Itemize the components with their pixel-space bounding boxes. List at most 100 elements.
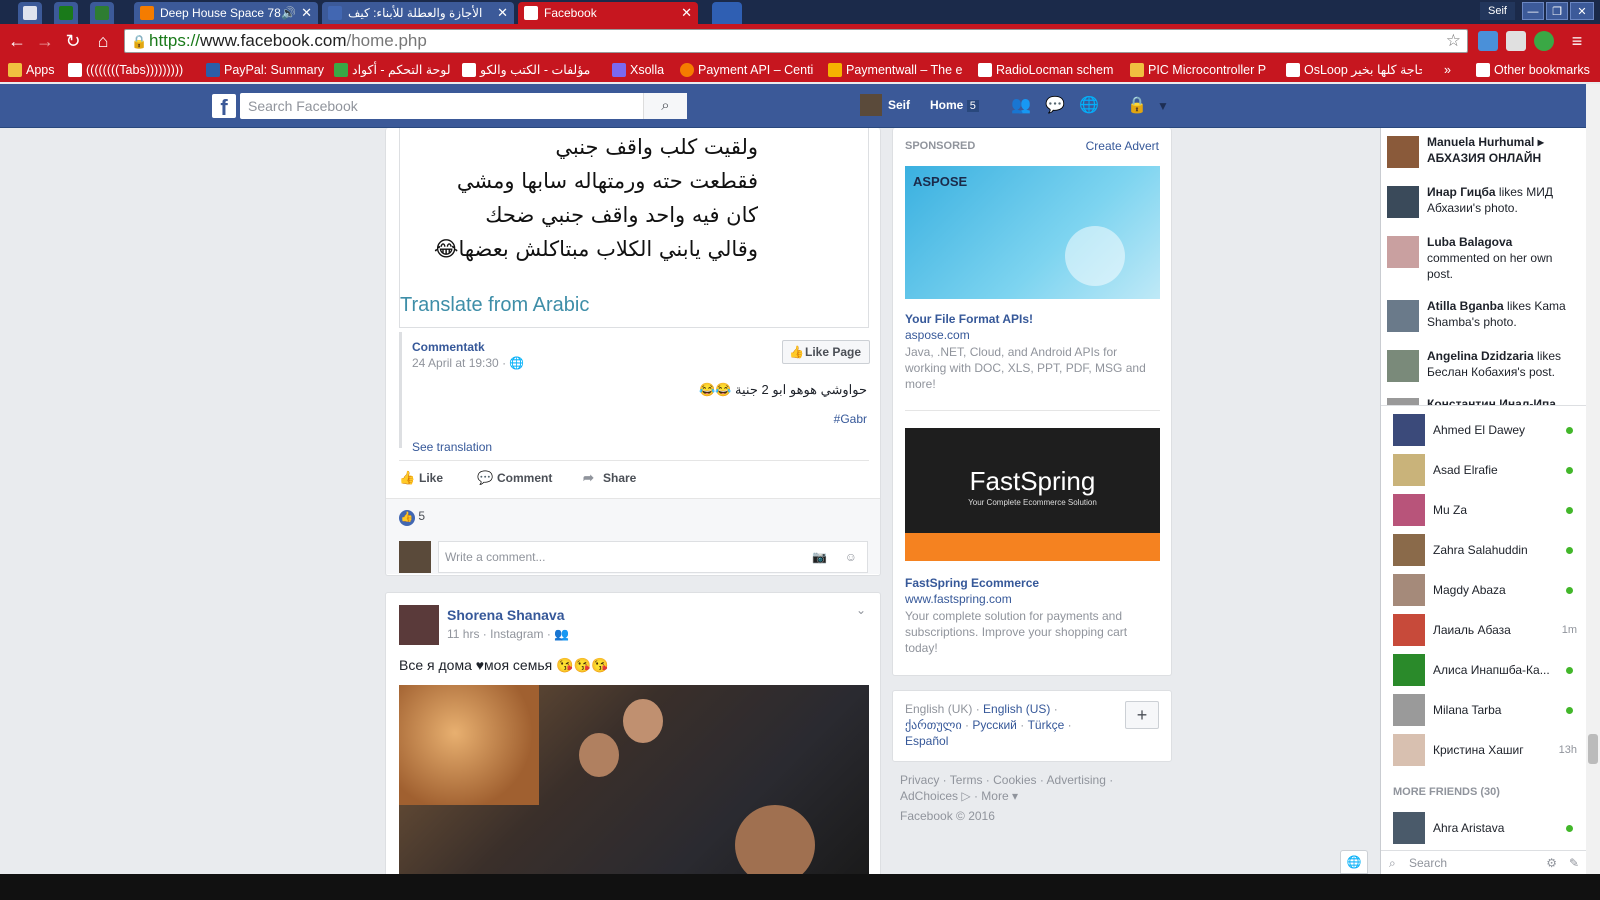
post-options-chevron-icon[interactable]: ⌄ <box>856 603 866 617</box>
aspose-ad-image[interactable]: ASPOSE <box>905 166 1160 299</box>
messages-icon[interactable]: 💬 <box>1044 96 1066 116</box>
home-link[interactable]: Home 5 <box>930 98 979 112</box>
pinned-tab-2[interactable] <box>54 2 78 24</box>
compose-icon[interactable]: ✎ <box>1569 851 1579 875</box>
bookmark-folder-tabs[interactable]: ((((((((Tabs))))))))) <box>68 58 183 82</box>
comment-button[interactable]: 💬 Comment <box>477 468 552 488</box>
footer-link[interactable]: AdChoices <box>900 789 958 803</box>
language-link[interactable]: Türkçe <box>1028 718 1065 732</box>
pinned-tab-3[interactable] <box>90 2 114 24</box>
chat-friend[interactable]: Лаиаль Абаза 1m <box>1381 610 1587 650</box>
bookmark-paypal[interactable]: PayPal: Summary <box>206 58 324 82</box>
bookmark-star-icon[interactable]: ☆ <box>1446 30 1461 52</box>
bookmark-other[interactable]: Other bookmarks <box>1476 58 1590 82</box>
page-scrollbar[interactable] <box>1586 84 1600 874</box>
language-link[interactable]: English (US) <box>983 702 1050 716</box>
page-name-link[interactable]: Commentatk <box>412 340 485 354</box>
footer-link[interactable]: More <box>981 789 1008 803</box>
account-menu-chevron-icon[interactable]: ▼ <box>1152 96 1174 116</box>
author-link[interactable]: Shorena Shanava <box>447 607 565 623</box>
tab-arabic-article[interactable]: الأجازة والعطلة للأبناء: كيف ✕ <box>322 2 514 24</box>
chat-friend[interactable]: Mu Za <box>1381 490 1587 530</box>
footer-link[interactable]: Cookies <box>993 773 1036 787</box>
ad-title-link[interactable]: Your File Format APIs! <box>905 312 1160 326</box>
close-icon[interactable]: ✕ <box>497 2 508 24</box>
hashtag-link[interactable]: #Gabr <box>834 412 867 426</box>
friend-name: Лаиаль Абаза <box>1433 623 1511 637</box>
language-link[interactable]: Español <box>905 734 948 748</box>
bookmark-pic[interactable]: PIC Microcontroller P <box>1130 58 1280 82</box>
avatar[interactable] <box>399 605 439 645</box>
extension-icon[interactable] <box>1506 31 1526 51</box>
chat-friend[interactable]: Magdy Abaza <box>1381 570 1587 610</box>
fastspring-ad-image[interactable]: FastSpring Your Complete Ecommerce Solut… <box>905 428 1160 561</box>
maximize-button[interactable]: ❐ <box>1546 2 1568 20</box>
language-link[interactable]: ქართული <box>905 718 962 732</box>
address-bar[interactable]: 🔒 https://www.facebook.com/home.php ☆ <box>124 29 1468 53</box>
footer-link[interactable]: Privacy <box>900 773 939 787</box>
home-icon[interactable]: ⌂ <box>92 30 114 52</box>
language-link[interactable]: Русский <box>972 718 1017 732</box>
like-page-button[interactable]: 👍 Like Page <box>782 340 871 364</box>
bookmarks-overflow-button[interactable]: » <box>1444 58 1451 82</box>
pinned-tab-1[interactable] <box>18 2 42 24</box>
bookmark-osloop[interactable]: OsLoop حاجة كلها بخير <box>1286 58 1422 82</box>
close-icon[interactable]: ✕ <box>681 2 692 24</box>
globe-icon[interactable]: 🌐 <box>1340 850 1368 874</box>
reload-icon[interactable]: ↻ <box>62 30 84 52</box>
bookmark-arabic-2[interactable]: مؤلفات - الكتب والكو <box>462 58 602 82</box>
comment-input[interactable]: Write a comment... 📷 ☺ <box>438 541 868 573</box>
bookmark-paymentwall[interactable]: Paymentwall – The e <box>828 58 962 82</box>
ad-title-link[interactable]: FastSpring Ecommerce <box>905 576 1039 590</box>
privacy-shortcuts-icon[interactable]: 🔒 <box>1126 96 1148 116</box>
chat-friend[interactable]: Ahra Aristava <box>1381 808 1587 848</box>
post-photo[interactable] <box>399 685 869 885</box>
camera-icon[interactable]: 📷 <box>812 542 827 572</box>
tab-deep-house[interactable]: Deep House Space 78 🔊 ✕ <box>134 2 318 24</box>
menu-icon[interactable]: ≡ <box>1566 30 1588 52</box>
gear-icon[interactable]: ⚙ <box>1546 851 1557 875</box>
chat-friend[interactable]: Asad Elrafie <box>1381 450 1587 490</box>
add-language-button[interactable]: + <box>1125 701 1159 729</box>
profile-name[interactable]: Seif <box>1480 2 1515 20</box>
search-icon[interactable]: ⌕ <box>643 93 687 119</box>
chat-search-input[interactable]: ⌕ Search ⚙ ✎ <box>1381 850 1587 874</box>
reaction-summary[interactable]: 👍 5 <box>399 509 425 526</box>
scrollbar-thumb[interactable] <box>1588 734 1598 764</box>
chat-friend[interactable]: Zahra Salahuddin <box>1381 530 1587 570</box>
bookmark-xsolla[interactable]: Xsolla <box>612 58 664 82</box>
bookmark-arabic-1[interactable]: لوحة التحكم - أكواد <box>334 58 454 82</box>
create-advert-link[interactable]: Create Advert <box>1086 139 1159 153</box>
close-window-button[interactable]: ✕ <box>1570 2 1594 20</box>
facebook-logo-icon[interactable]: f <box>212 94 236 120</box>
notifications-icon[interactable]: 🌐 <box>1078 96 1100 116</box>
chat-friend[interactable]: Алиса Инапшба-Ка... <box>1381 650 1587 690</box>
profile-link[interactable]: Seif <box>888 98 910 112</box>
tab-facebook[interactable]: Facebook ✕ <box>518 2 698 24</box>
footer-link[interactable]: Terms <box>950 773 983 787</box>
bookmark-radiolocman[interactable]: RadioLocman schem <box>978 58 1118 82</box>
avatar[interactable] <box>860 94 882 116</box>
chat-friend[interactable]: Milana Tarba <box>1381 690 1587 730</box>
chat-friend[interactable]: Ahmed El Dawey <box>1381 410 1587 450</box>
forward-icon[interactable]: → <box>34 30 56 52</box>
globe-extension-icon[interactable] <box>1534 31 1554 51</box>
friend-name: Ahra Aristava <box>1433 821 1505 835</box>
speaker-icon[interactable]: 🔊 <box>281 2 296 24</box>
translate-extension-icon[interactable] <box>1478 31 1498 51</box>
friend-requests-icon[interactable]: 👥 <box>1010 96 1032 116</box>
back-icon[interactable]: ← <box>6 30 28 52</box>
chat-friend[interactable]: Кристина Хашиг 13h <box>1381 730 1587 770</box>
minimize-button[interactable]: — <box>1522 2 1544 20</box>
see-translation-link[interactable]: See translation <box>412 440 492 454</box>
emoji-icon[interactable]: ☺ <box>845 542 857 572</box>
close-icon[interactable]: ✕ <box>301 2 312 24</box>
facebook-search-input[interactable]: Search Facebook ⌕ <box>240 93 687 119</box>
bookmark-apps[interactable]: Apps <box>8 58 55 82</box>
bookmark-payment-api[interactable]: Payment API – Centi <box>680 58 814 82</box>
new-tab-button[interactable] <box>712 2 742 24</box>
translate-link[interactable]: Translate from Arabic <box>400 294 854 317</box>
like-button[interactable]: 👍 Like <box>399 468 443 488</box>
footer-link[interactable]: Advertising <box>1047 773 1106 787</box>
share-button[interactable]: ➦ Share <box>583 468 636 488</box>
